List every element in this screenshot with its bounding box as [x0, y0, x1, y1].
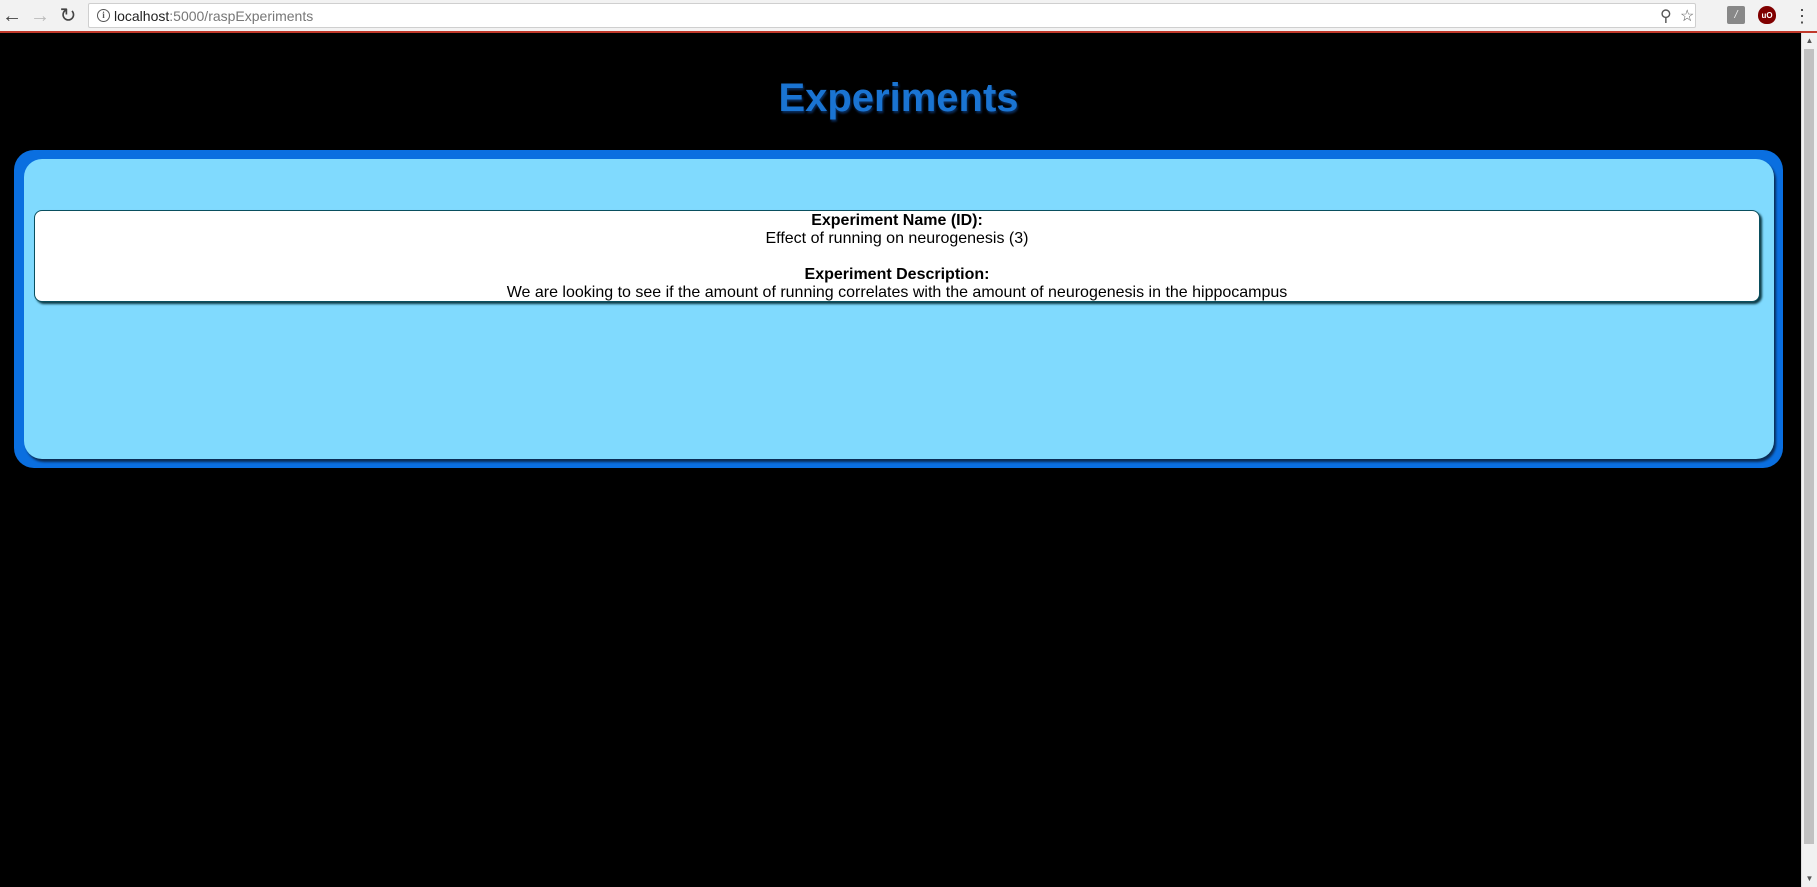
experiment-description-label: Experiment Description:: [804, 266, 990, 283]
kebab-menu-icon[interactable]: ⋮: [1793, 6, 1811, 26]
vertical-scrollbar[interactable]: ▲ ▼: [1801, 33, 1817, 887]
back-arrow-icon[interactable]: ←: [0, 4, 24, 28]
scroll-down-arrow-icon[interactable]: ▼: [1802, 871, 1817, 887]
key-icon[interactable]: ⚲: [1660, 6, 1672, 26]
forward-arrow-icon[interactable]: →: [28, 4, 52, 28]
address-bar[interactable]: i localhost:5000/raspExperiments ⚲ ☆: [88, 3, 1696, 28]
ublock-label: uO: [1761, 10, 1773, 20]
url-path: :5000/raspExperiments: [169, 8, 314, 24]
card-spacer: [35, 248, 1759, 266]
url-text[interactable]: localhost:5000/raspExperiments: [114, 8, 313, 24]
experiments-list: Experiment Name (ID): Effect of running …: [24, 159, 1774, 459]
experiment-card[interactable]: Experiment Name (ID): Effect of running …: [34, 210, 1760, 302]
url-host: localhost: [114, 8, 170, 24]
ublock-extension-icon[interactable]: uO: [1758, 6, 1776, 24]
scroll-thumb[interactable]: [1804, 49, 1814, 844]
bookmark-star-icon[interactable]: ☆: [1680, 6, 1694, 26]
experiment-name-value: Effect of running on neurogenesis (3): [765, 230, 1029, 247]
experiments-panel: Experiment Name (ID): Effect of running …: [14, 150, 1783, 468]
page-body: Experiments Experiment Name (ID): Effect…: [0, 33, 1801, 887]
experiment-name-label: Experiment Name (ID):: [811, 212, 983, 229]
experiment-description-value: We are looking to see if the amount of r…: [506, 284, 1288, 301]
adblock-extension-icon[interactable]: /: [1727, 6, 1745, 24]
info-icon[interactable]: i: [97, 9, 110, 22]
reload-icon[interactable]: ↻: [56, 4, 80, 28]
page-title: Experiments: [778, 76, 1019, 120]
scroll-up-arrow-icon[interactable]: ▲: [1802, 33, 1817, 49]
browser-toolbar: ← → ↻ i localhost:5000/raspExperiments ⚲…: [0, 0, 1817, 33]
